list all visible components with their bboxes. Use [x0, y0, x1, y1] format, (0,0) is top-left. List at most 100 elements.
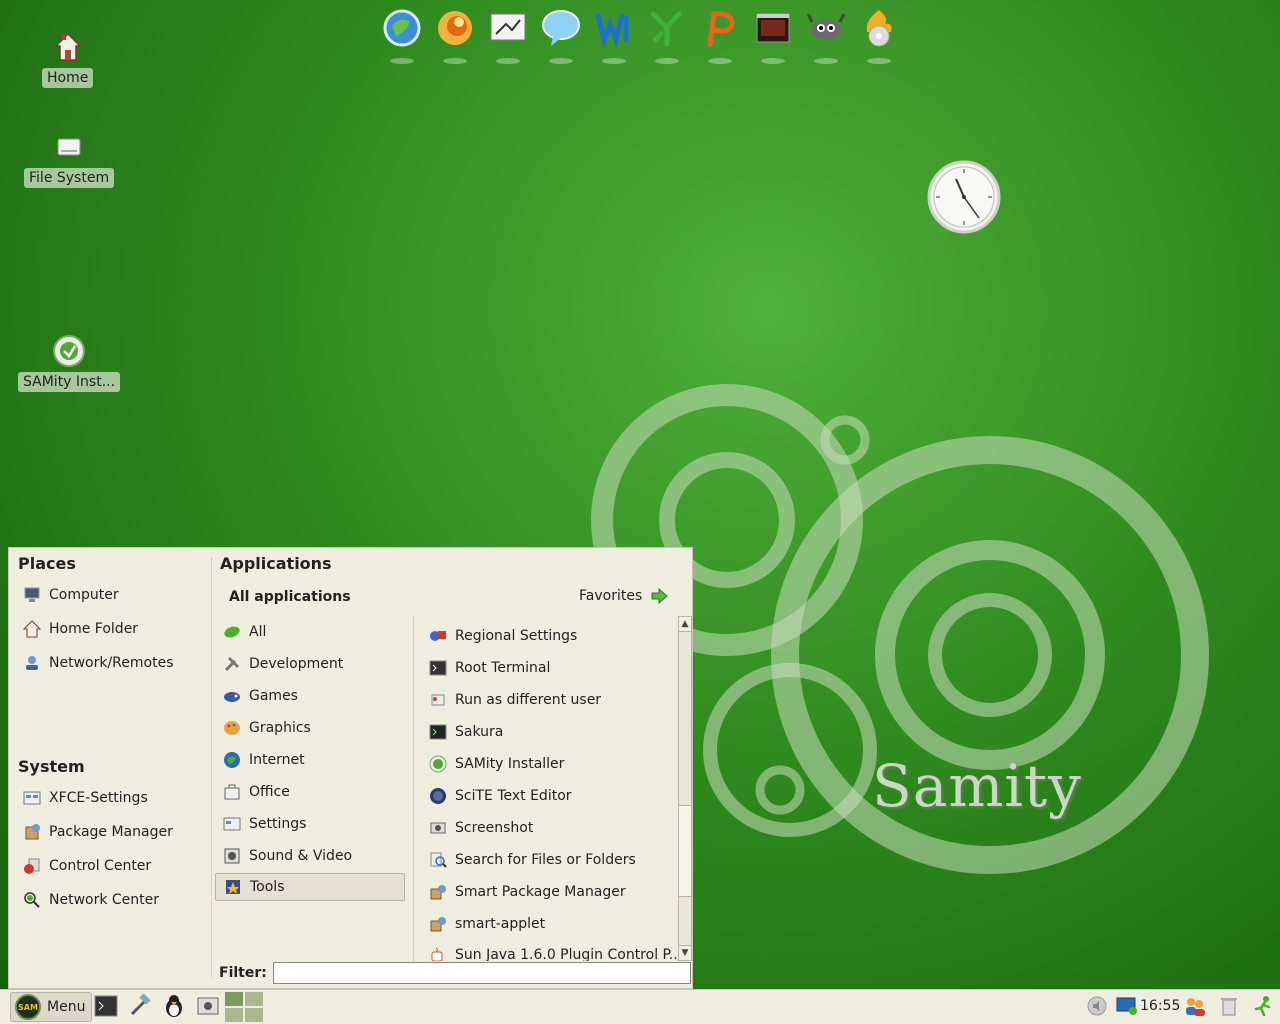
wallpaper-brand-text: Samity [872, 752, 1082, 820]
dock-item-video-player[interactable] [749, 8, 796, 64]
category-internet[interactable]: Internet [223, 751, 305, 769]
applications-title: Applications [220, 554, 332, 573]
logo-text: SAM [18, 1002, 38, 1012]
system-item-package-manager[interactable]: Package Manager [23, 823, 173, 841]
place-item-network-remotes[interactable]: Network/Remotes [23, 654, 173, 672]
workspace-4[interactable] [245, 1008, 263, 1022]
category-label: Graphics [249, 720, 311, 736]
filter-label: Filter: [219, 965, 267, 981]
trash-tray[interactable] [1216, 995, 1242, 1021]
cd-burner-icon [859, 8, 899, 48]
category-label: All [249, 624, 267, 640]
dock-item-presenter[interactable] [696, 8, 743, 64]
taskbar-clock[interactable]: 16:55 [1140, 998, 1180, 1014]
workspace-switcher[interactable] [225, 992, 263, 1022]
place-item-label: Network/Remotes [49, 655, 174, 671]
volume-tray[interactable] [1084, 995, 1110, 1021]
workspace-1[interactable] [225, 992, 243, 1006]
running-man-icon [1252, 995, 1274, 1021]
package-icon [23, 823, 41, 841]
category-settings[interactable]: Settings [223, 815, 306, 833]
network-tools-launcher[interactable] [127, 993, 153, 1021]
app-list-clip: Sun Java 1.6.0 Plugin Control P... [413, 943, 677, 961]
terminal-icon [94, 995, 118, 1021]
app-item-label: Run as different user [455, 692, 602, 708]
app-item-search-files[interactable]: Search for Files or Folders [429, 851, 636, 869]
category-office[interactable]: Office [223, 783, 290, 801]
scroll-up-arrow-icon[interactable]: ▲ [679, 617, 691, 632]
screenshot-icon [429, 819, 447, 837]
desktop-icon-home[interactable]: Home [42, 30, 94, 88]
computer-icon [23, 586, 41, 604]
desktop-icon-samity-installer[interactable]: SAMity Inst... [18, 334, 121, 392]
scroll-down-arrow-icon[interactable]: ▼ [679, 945, 691, 960]
network-tray[interactable] [1114, 995, 1140, 1021]
app-item-root-terminal[interactable]: Root Terminal [429, 659, 550, 677]
category-development[interactable]: Development [223, 655, 343, 673]
package-icon [429, 915, 447, 933]
place-item-computer[interactable]: Computer [23, 586, 119, 604]
category-label: Sound & Video [249, 848, 353, 864]
users-tray[interactable] [1182, 995, 1208, 1021]
word-processor-icon [594, 8, 634, 48]
app-item-smart-applet[interactable]: smart-applet [429, 915, 545, 933]
system-item-network-center[interactable]: Network Center [23, 891, 159, 909]
terminal-icon [429, 723, 447, 741]
office-icon [223, 783, 241, 801]
scrollbar-thumb[interactable] [679, 805, 691, 897]
app-item-sun-java-plugin[interactable]: Sun Java 1.6.0 Plugin Control P... [429, 946, 677, 961]
regional-icon [429, 627, 447, 645]
tux-launcher[interactable] [161, 995, 187, 1021]
home-icon [51, 30, 85, 64]
dock-item-spreadsheet[interactable] [643, 8, 690, 64]
app-item-scite-text-editor[interactable]: SciTE Text Editor [429, 787, 572, 805]
chat-bubble-icon [541, 8, 581, 48]
analog-clock-widget[interactable] [927, 160, 1001, 234]
system-item-label: XFCE-Settings [49, 790, 148, 806]
workspace-3[interactable] [225, 1008, 243, 1022]
dock-item-firefox[interactable] [431, 8, 478, 64]
app-item-label: Regional Settings [455, 628, 578, 644]
category-label: Settings [249, 816, 307, 832]
dock-item-cd-burner[interactable] [855, 8, 902, 64]
app-item-regional-settings[interactable]: Regional Settings [429, 627, 577, 645]
app-item-smart-package-manager[interactable]: Smart Package Manager [429, 883, 626, 901]
menu-button[interactable]: SAM Menu [10, 992, 93, 1022]
dock-item-word-processor[interactable] [590, 8, 637, 64]
dock-item-browser[interactable] [378, 8, 425, 64]
favorites-button[interactable]: Favorites [579, 587, 669, 605]
app-item-screenshot[interactable]: Screenshot [429, 819, 533, 837]
all-applications-header: All applications [229, 589, 351, 605]
filter-input[interactable] [273, 962, 691, 984]
category-label: Games [249, 688, 298, 704]
category-tools[interactable]: Tools [215, 873, 405, 901]
app-item-sakura[interactable]: Sakura [429, 723, 503, 741]
menu-divider [413, 616, 415, 961]
drive-icon [52, 130, 86, 164]
app-item-samity-installer[interactable]: SAMity Installer [429, 755, 564, 773]
menu-divider [211, 558, 213, 978]
system-item-control-center[interactable]: Control Center [23, 857, 151, 875]
terminal-launcher[interactable] [93, 995, 119, 1021]
app-list-scrollbar[interactable]: ▲ ▼ [678, 616, 692, 961]
category-sound-video[interactable]: Sound & Video [223, 847, 352, 865]
system-item-xfce-settings[interactable]: XFCE-Settings [23, 789, 148, 807]
app-item-label: SciTE Text Editor [455, 788, 572, 804]
category-games[interactable]: Games [223, 687, 298, 705]
dock-item-chat[interactable] [537, 8, 584, 64]
network-monitor-icon [1115, 995, 1139, 1021]
users-icon [1183, 995, 1207, 1021]
place-item-home-folder[interactable]: Home Folder [23, 620, 138, 638]
palette-icon [223, 719, 241, 737]
updates-tray[interactable] [1250, 995, 1276, 1021]
workspace-2[interactable] [245, 992, 263, 1006]
screenshot-launcher[interactable] [195, 995, 221, 1021]
dock-item-presentation[interactable] [484, 8, 531, 64]
dock-item-gimp[interactable] [802, 8, 849, 64]
screenshot-icon [196, 995, 220, 1021]
category-all[interactable]: All [223, 623, 266, 641]
category-graphics[interactable]: Graphics [223, 719, 311, 737]
tools-icon [223, 655, 241, 673]
app-item-run-as-different-user[interactable]: Run as different user [429, 691, 601, 709]
desktop-icon-file-system[interactable]: File System [24, 130, 115, 188]
